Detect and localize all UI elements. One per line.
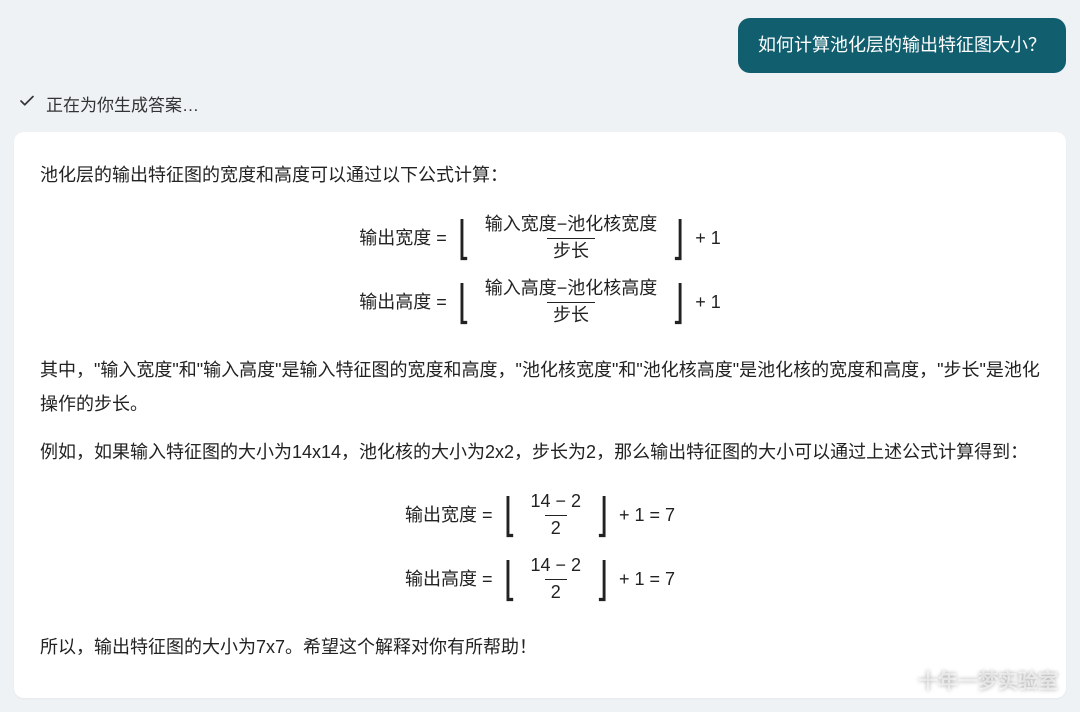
- formula-lhs: 输出高度 =: [405, 562, 493, 596]
- formula-lhs: 输出宽度 =: [359, 221, 447, 255]
- formula-block-example: 输出宽度 = ⌊ 14 − 2 2 ⌋ + 1 = 7 输出高度 =: [40, 483, 1040, 611]
- right-floor-icon: ⌋: [672, 214, 685, 262]
- formula-example-width: 输出宽度 = ⌊ 14 − 2 2 ⌋ + 1 = 7: [405, 491, 675, 539]
- generating-status: 正在为你生成答案…: [18, 91, 1066, 116]
- answer-paragraph-2: 其中，"输入宽度"和"输入高度"是输入特征图的宽度和高度，"池化核宽度"和"池化…: [40, 353, 1040, 421]
- fraction-denominator: 2: [545, 515, 567, 540]
- fraction-numerator: 14 − 2: [524, 555, 587, 579]
- formula-tail: + 1: [695, 221, 721, 255]
- formula-tail: + 1: [695, 285, 721, 319]
- status-text: 正在为你生成答案…: [46, 91, 199, 116]
- user-message-text: 如何计算池化层的输出特征图大小？: [758, 35, 1046, 55]
- fraction-numerator: 14 − 2: [524, 491, 587, 515]
- fraction: 14 − 2 2: [524, 555, 587, 603]
- left-floor-icon: ⌊: [503, 555, 516, 603]
- fraction-denominator: 2: [545, 579, 567, 604]
- fraction: 输入高度−池化核高度 步长: [479, 278, 664, 326]
- fraction-numerator: 输入高度−池化核高度: [479, 278, 664, 302]
- fraction-denominator: 步长: [547, 238, 595, 263]
- formula-tail: + 1 = 7: [619, 562, 675, 596]
- floor-bracket-group: ⌊ 14 − 2 2 ⌋: [501, 555, 611, 603]
- user-message-bubble[interactable]: 如何计算池化层的输出特征图大小？: [738, 18, 1066, 73]
- formula-example-height: 输出高度 = ⌊ 14 − 2 2 ⌋ + 1 = 7: [405, 555, 675, 603]
- floor-bracket-group: ⌊ 输入宽度−池化核宽度 步长 ⌋: [455, 214, 687, 262]
- right-floor-icon: ⌋: [596, 555, 609, 603]
- fraction: 14 − 2 2: [524, 491, 587, 539]
- left-floor-icon: ⌊: [503, 491, 516, 539]
- chat-area: 如何计算池化层的输出特征图大小？ 正在为你生成答案… 池化层的输出特征图的宽度和…: [0, 0, 1080, 698]
- floor-bracket-group: ⌊ 输入高度−池化核高度 步长 ⌋: [455, 278, 687, 326]
- answer-paragraph-1: 池化层的输出特征图的宽度和高度可以通过以下公式计算：: [40, 158, 1040, 192]
- user-message-row: 如何计算池化层的输出特征图大小？: [14, 18, 1066, 73]
- fraction-denominator: 步长: [547, 302, 595, 327]
- right-floor-icon: ⌋: [596, 491, 609, 539]
- left-floor-icon: ⌊: [457, 214, 470, 262]
- formula-tail: + 1 = 7: [619, 498, 675, 532]
- formula-lhs: 输出宽度 =: [405, 498, 493, 532]
- floor-bracket-group: ⌊ 14 − 2 2 ⌋: [501, 491, 611, 539]
- answer-paragraph-3: 例如，如果输入特征图的大小为14x14，池化核的大小为2x2，步长为2，那么输出…: [40, 435, 1040, 469]
- left-floor-icon: ⌊: [457, 278, 470, 326]
- formula-output-width: 输出宽度 = ⌊ 输入宽度−池化核宽度 步长 ⌋ + 1: [359, 214, 720, 262]
- assistant-answer-card: 池化层的输出特征图的宽度和高度可以通过以下公式计算： 输出宽度 = ⌊ 输入宽度…: [14, 132, 1066, 698]
- answer-paragraph-4: 所以，输出特征图的大小为7x7。希望这个解释对你有所帮助！: [40, 630, 1040, 664]
- fraction-numerator: 输入宽度−池化核宽度: [479, 214, 664, 238]
- right-floor-icon: ⌋: [672, 278, 685, 326]
- check-icon: [18, 92, 36, 115]
- formula-lhs: 输出高度 =: [359, 285, 447, 319]
- formula-output-height: 输出高度 = ⌊ 输入高度−池化核高度 步长 ⌋ + 1: [359, 278, 720, 326]
- formula-block-general: 输出宽度 = ⌊ 输入宽度−池化核宽度 步长 ⌋ + 1 输出高度 =: [40, 206, 1040, 334]
- fraction: 输入宽度−池化核宽度 步长: [479, 214, 664, 262]
